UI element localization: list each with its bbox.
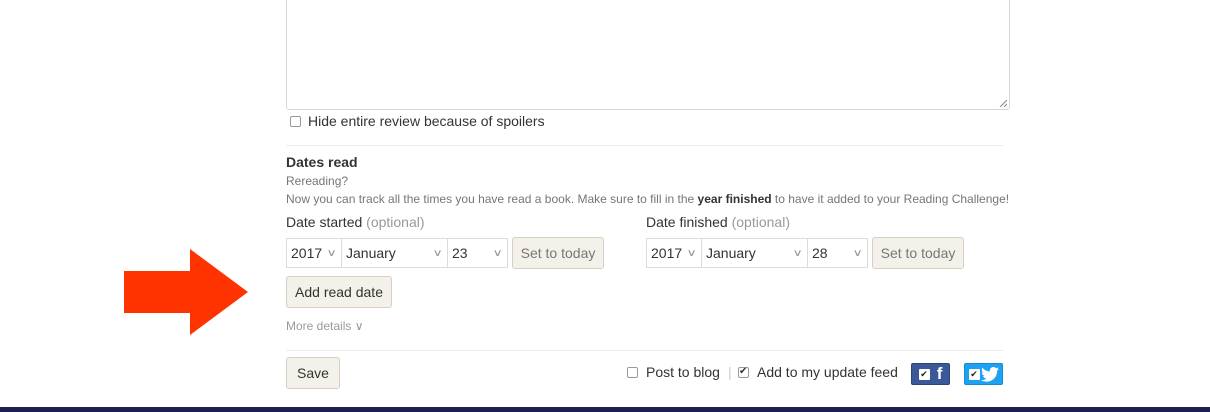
date-finished-optional: (optional) [731, 214, 790, 230]
spoiler-label: Hide entire review because of spoilers [308, 113, 545, 129]
checkmark-icon: ✔ [918, 368, 930, 380]
date-started-month-select[interactable]: January ∨ [342, 238, 448, 268]
divider [286, 350, 1004, 351]
date-started-day-select[interactable]: 23 ∨ [448, 238, 508, 268]
dates-read-title: Dates read [286, 154, 358, 170]
date-finished-year-value: 2017 [651, 245, 683, 261]
update-feed-option: Add to my update feed [738, 363, 898, 381]
chevron-down-icon: ∨ [326, 247, 337, 259]
date-started-year-value: 2017 [291, 245, 323, 261]
rereading-info-text: Now you can track all the times you have… [286, 192, 698, 206]
chevron-down-icon: ∨ [792, 247, 803, 259]
date-started-label-text: Date started [286, 214, 363, 230]
facebook-icon: f [936, 364, 943, 383]
rereading-info-bold: year finished [697, 192, 772, 206]
bottom-bar [0, 407, 1210, 412]
date-finished-month-value: January [706, 245, 756, 261]
twitter-share-toggle[interactable]: ✔ [964, 363, 1003, 385]
chevron-down-icon: ∨ [492, 247, 503, 259]
rereading-question: Rereading? [286, 174, 349, 188]
chevron-down-icon: ∨ [432, 247, 443, 259]
date-started-selects: 2017 ∨ January ∨ 23 ∨ [286, 238, 508, 268]
date-finished-label: Date finished (optional) [646, 214, 790, 230]
chevron-down-icon: ∨ [686, 247, 697, 259]
spoiler-row: Hide entire review because of spoilers [290, 112, 545, 130]
rereading-info: Now you can track all the times you have… [286, 192, 1009, 206]
red-arrow-right-icon [124, 249, 248, 335]
chevron-down-icon: ∨ [852, 247, 863, 259]
separator: | [727, 364, 732, 380]
finished-set-to-today-button[interactable]: Set to today [872, 237, 964, 269]
date-finished-label-text: Date finished [646, 214, 728, 230]
date-started-label: Date started (optional) [286, 214, 425, 230]
review-textarea[interactable] [286, 0, 1010, 110]
update-feed-label: Add to my update feed [757, 364, 898, 380]
date-started-optional: (optional) [366, 214, 425, 230]
date-finished-selects: 2017 ∨ January ∨ 28 ∨ [646, 238, 868, 268]
post-to-blog-label: Post to blog [646, 364, 720, 380]
post-to-blog-option: Post to blog | [627, 363, 732, 381]
date-finished-year-select[interactable]: 2017 ∨ [646, 238, 702, 268]
date-finished-day-select[interactable]: 28 ∨ [808, 238, 868, 268]
twitter-bird-icon [980, 366, 999, 382]
save-button[interactable]: Save [286, 357, 340, 389]
date-started-month-value: January [346, 245, 396, 261]
date-finished-day-value: 28 [812, 245, 828, 261]
date-finished-month-select[interactable]: January ∨ [702, 238, 808, 268]
update-feed-checkbox[interactable] [738, 366, 749, 378]
post-to-blog-checkbox[interactable] [627, 366, 638, 378]
started-set-to-today-button[interactable]: Set to today [512, 237, 604, 269]
checkmark-icon: ✔ [968, 368, 980, 380]
date-started-year-select[interactable]: 2017 ∨ [286, 238, 342, 268]
divider [286, 145, 1004, 146]
resize-grip-icon[interactable] [999, 99, 1007, 107]
rereading-info-text-end: to have it added to your Reading Challen… [771, 192, 1010, 206]
date-started-day-value: 23 [452, 245, 468, 261]
facebook-share-toggle[interactable]: ✔ f [911, 363, 950, 385]
add-read-date-button[interactable]: Add read date [286, 276, 392, 308]
more-details-link[interactable]: More details ∨ [286, 319, 363, 333]
spoiler-checkbox[interactable] [290, 115, 301, 127]
